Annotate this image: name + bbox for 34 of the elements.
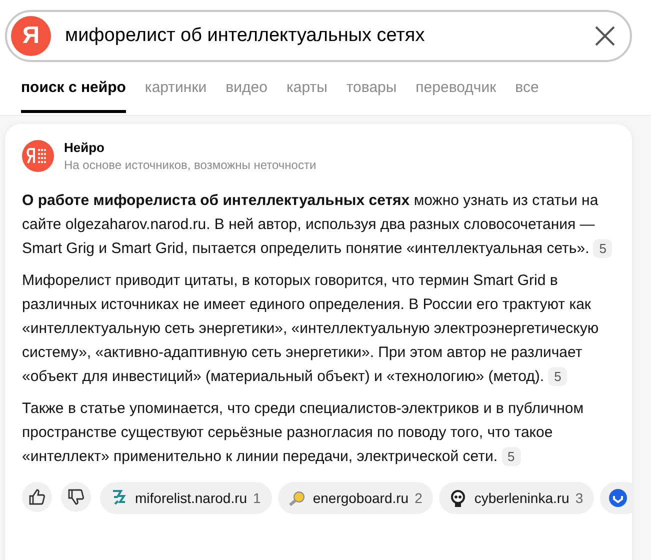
source-name: cyberleninka.ru — [474, 490, 570, 506]
answer-disclaimer: На основе источников, возможны неточности — [64, 158, 316, 172]
close-icon[interactable] — [594, 25, 616, 47]
neuro-logo — [22, 140, 54, 172]
citation-badge[interactable]: 5 — [502, 447, 521, 466]
like-button[interactable] — [22, 482, 52, 512]
answer-paragraph: О работе мифорелиста об интеллектуальных сетях можно узнать из статьи на сайте olgezaharov.narod.ru. В ней автор, используя два разных словосочетания — Smart Grig и Smart Grid, пытается определить понятие «интеллектуальная сеть». 5 — [22, 189, 618, 261]
search-tab[interactable]: переводчик — [416, 77, 496, 113]
source-number: 3 — [575, 490, 584, 506]
citation-badge[interactable]: 5 — [548, 367, 568, 386]
source-number: 2 — [414, 490, 422, 506]
search-tab[interactable]: товары — [346, 77, 397, 113]
answer-paragraph: Мифорелист приводит цитаты, в которых говорится, что термин Smart Grid в различных источниках не имеет единого определения. В России его трактуют как «интеллектуальную сеть энергетики», «интеллектуальную электроэнергетическую систему», «активно-адаптивную сеть энергетики». При этом автор не различает «объект для инвестиций» (материальный объект) и «технологию» (метод). 5 — [22, 271, 600, 388]
dislike-button[interactable] — [61, 482, 91, 512]
source-name: energoboard.ru — [312, 490, 409, 506]
search-tab[interactable]: видео — [226, 77, 268, 113]
search-field[interactable]: Я мифорелист об интеллектуальных сетях — [5, 10, 632, 62]
shield-icon — [608, 488, 628, 508]
answer-title: Нейро — [64, 140, 106, 155]
search-tab[interactable]: все — [515, 77, 539, 113]
source-number: 1 — [253, 490, 261, 506]
search-tab[interactable]: поиск с нейро — [21, 77, 126, 113]
search-tab[interactable]: картинки — [144, 77, 207, 113]
source-chip[interactable]: miforelist.narod.ru 1 — [100, 482, 272, 514]
answer-paragraph: Также в статье упоминается, что среди специалистов-электриков и в публичном пространстве существуют серьёзные разногласия по поводу того, что такое «интеллект» применительно к линии передачи, электрической сети. 5 — [22, 399, 585, 468]
source-chip[interactable] — [600, 482, 632, 514]
search-tab[interactable]: карты — [286, 77, 328, 113]
source-chip[interactable]: energoboard.ru 2 — [278, 482, 434, 514]
thumbs-down-icon — [67, 488, 85, 506]
thumbs-up-icon — [28, 488, 46, 506]
source-chip[interactable]: cyberleninka.ru 3 — [439, 482, 594, 514]
source-name: miforelist.narod.ru — [135, 490, 248, 506]
yandex-logo[interactable]: Я — [11, 16, 51, 56]
citation-badge[interactable]: 5 — [593, 239, 612, 258]
